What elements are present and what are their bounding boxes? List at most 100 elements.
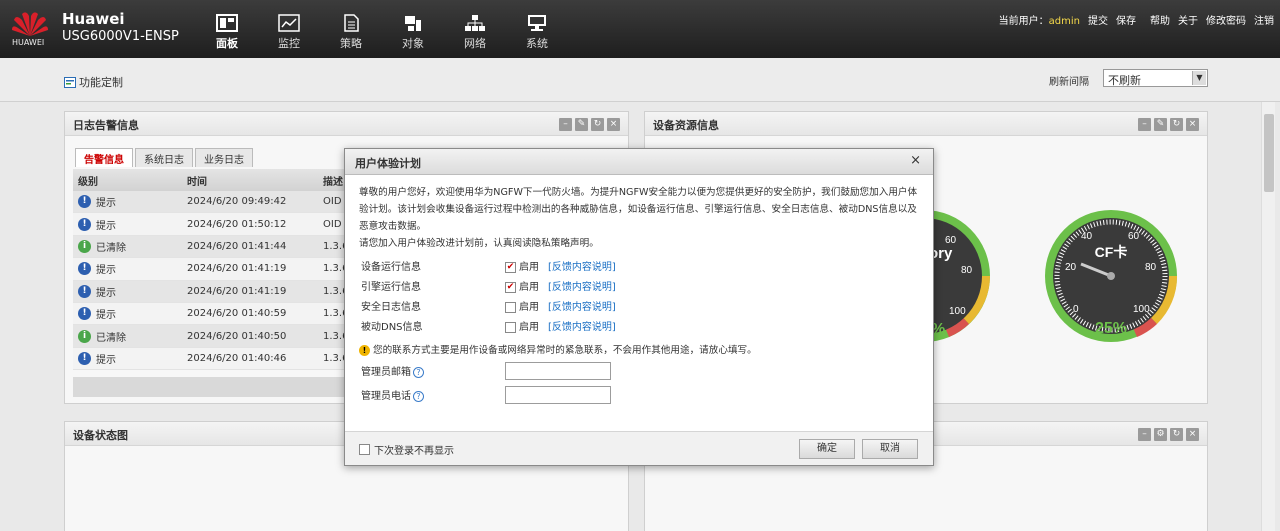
desc-cell: OID (323, 196, 342, 208)
intro-text: 尊敬的用户您好，欢迎使用华为NGFW下一代防火墙。为提升NGFW安全能力以便为您… (359, 187, 918, 232)
nav-dashboard[interactable]: 面板 (196, 14, 258, 54)
time-cell: 2024/6/20 01:50:12 (187, 218, 287, 230)
edit-icon[interactable]: ✎ (1154, 118, 1167, 131)
refresh-label: 刷新间隔 (1049, 77, 1089, 88)
page-scrollbar[interactable] (1261, 102, 1275, 531)
enable-label: 启用 (519, 262, 539, 273)
do-not-show-again[interactable]: 下次登录不再显示 (359, 442, 454, 457)
time-cell: 2024/6/20 09:49:42 (187, 196, 287, 208)
col-level[interactable]: 级别 (73, 173, 183, 188)
enable-checkbox[interactable]: ✔ (505, 282, 516, 293)
panel-tools: – ⚙ ↻ × (1138, 428, 1199, 441)
privacy-text: 请您加入用户体验改进计划前，认真阅读隐私策略声明。 (359, 238, 599, 249)
ok-button[interactable]: 确定 (799, 439, 855, 459)
edit-icon[interactable]: ✎ (575, 118, 588, 131)
level-cell: 提示 (96, 198, 116, 210)
nav-system[interactable]: 系统 (506, 14, 568, 54)
nav-monitor[interactable]: 监控 (258, 14, 320, 54)
refresh-icon[interactable]: ↻ (591, 118, 604, 131)
save-link[interactable]: 保存 (1116, 12, 1136, 27)
minimize-icon[interactable]: – (1138, 428, 1151, 441)
tab-system-log[interactable]: 系统日志 (135, 148, 193, 167)
customize-button[interactable]: 功能定制 (64, 74, 123, 90)
close-icon[interactable]: × (1186, 428, 1199, 441)
huawei-logo: HUAWEI (10, 8, 50, 52)
panel-title: 设备资源信息 (645, 112, 1207, 136)
tab-alarm[interactable]: 告警信息 (75, 148, 133, 167)
level-cell: 已清除 (96, 332, 126, 344)
notice-alert-icon: ! (78, 217, 91, 231)
network-icon (465, 15, 485, 31)
option-label: 安全日志信息 (361, 302, 421, 313)
minimize-icon[interactable]: – (1138, 118, 1151, 131)
warning-icon: ! (359, 345, 370, 356)
option-label: 被动DNS信息 (361, 322, 423, 333)
logout-link[interactable]: 注销 (1254, 12, 1274, 27)
enable-checkbox[interactable] (505, 302, 516, 313)
feedback-link[interactable]: [反馈内容说明] (548, 299, 616, 316)
admin-email-input[interactable] (505, 362, 611, 380)
nav-network[interactable]: 网络 (444, 14, 506, 54)
scrollbar-thumb[interactable] (1264, 114, 1274, 192)
dialog-title: 用户体验计划 (355, 157, 421, 170)
tick-label: 20 (1065, 262, 1077, 273)
nav-object[interactable]: 对象 (382, 14, 444, 54)
notice-alert-icon: ! (78, 262, 91, 276)
close-icon[interactable]: × (607, 118, 620, 131)
brand-name: Huawei (62, 10, 125, 28)
enable-checkbox[interactable] (505, 322, 516, 333)
cancel-button[interactable]: 取消 (862, 439, 918, 459)
panel-tools: – ✎ ↻ × (559, 118, 620, 131)
enable-label: 启用 (519, 302, 539, 313)
user-experience-dialog: 用户体验计划 × 尊敬的用户您好，欢迎使用华为NGFW下一代防火墙。为提升NGF… (344, 148, 934, 466)
col-time[interactable]: 时间 (183, 173, 321, 188)
refresh-icon[interactable]: ↻ (1170, 428, 1183, 441)
log-tabs: 告警信息 系统日志 业务日志 (75, 148, 253, 167)
object-icon (405, 16, 421, 31)
level-cell: 提示 (96, 287, 116, 299)
tick-label: 80 (961, 265, 973, 276)
policy-doc-icon (344, 14, 359, 32)
option-label: 设备运行信息 (361, 262, 421, 273)
tick-label: 60 (945, 235, 957, 246)
gauge-label: CF卡 (1095, 244, 1128, 260)
submit-link[interactable]: 提交 (1088, 12, 1108, 27)
level-cell: 提示 (96, 265, 116, 277)
minimize-icon[interactable]: – (559, 118, 572, 131)
tab-business-log[interactable]: 业务日志 (195, 148, 253, 167)
enable-label: 启用 (519, 322, 539, 333)
time-cell: 2024/6/20 01:41:19 (187, 263, 287, 275)
tick-label: 40 (1081, 231, 1093, 242)
help-link[interactable]: 帮助 (1150, 12, 1170, 27)
refresh-select[interactable]: 不刷新 ▼ (1103, 69, 1208, 87)
feedback-link[interactable]: [反馈内容说明] (548, 279, 616, 296)
notice-alert-icon: ! (78, 351, 91, 365)
cleared-info-icon: i (78, 239, 91, 253)
do-not-show-checkbox[interactable] (359, 444, 370, 455)
help-icon[interactable]: ? (413, 367, 424, 378)
feedback-link[interactable]: [反馈内容说明] (548, 259, 616, 276)
main-nav: 面板 监控 策略 对象 网络 系统 (196, 14, 568, 54)
close-icon[interactable]: × (910, 153, 921, 168)
feedback-link[interactable]: [反馈内容说明] (548, 319, 616, 336)
level-cell: 提示 (96, 354, 116, 366)
option-row: 安全日志信息 启用 [反馈内容说明] (359, 298, 919, 318)
current-user: admin (1048, 16, 1080, 27)
panel-tools: – ✎ ↻ × (1138, 118, 1199, 131)
time-cell: 2024/6/20 01:40:50 (187, 330, 287, 342)
tick-label: 0 (1073, 304, 1079, 315)
enable-checkbox[interactable]: ✔ (505, 262, 516, 273)
nav-policy[interactable]: 策略 (320, 14, 382, 54)
about-link[interactable]: 关于 (1178, 12, 1198, 27)
admin-phone-input[interactable] (505, 386, 611, 404)
help-icon[interactable]: ? (413, 391, 424, 402)
user-bar: 当前用户：admin 提交 保存 帮助 关于 修改密码 注销 (999, 12, 1274, 27)
refresh-icon[interactable]: ↻ (1170, 118, 1183, 131)
settings-icon[interactable]: ⚙ (1154, 428, 1167, 441)
col-desc[interactable]: 描述 (321, 173, 343, 188)
email-row: 管理员邮箱? (359, 362, 919, 383)
change-password-link[interactable]: 修改密码 (1206, 12, 1246, 27)
dashboard-icon (216, 14, 238, 32)
device-name: USG6000V1-ENSP (62, 29, 179, 44)
close-icon[interactable]: × (1186, 118, 1199, 131)
